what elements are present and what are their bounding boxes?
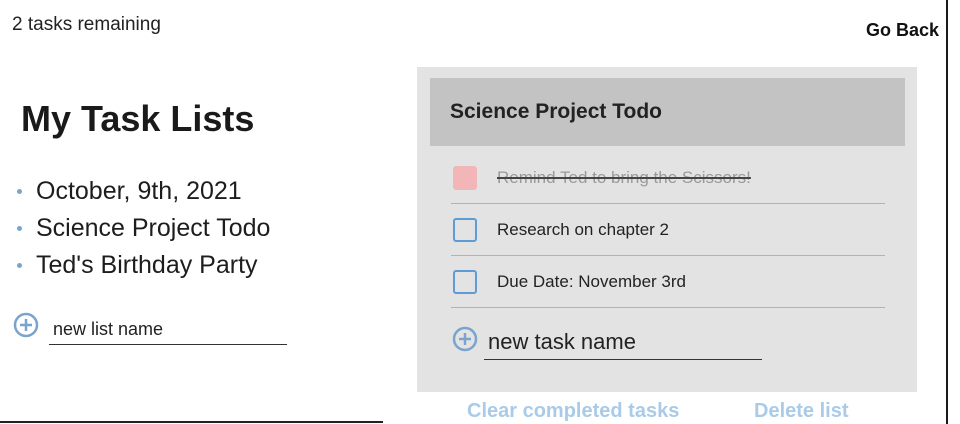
go-back-button[interactable]: Go Back: [866, 20, 939, 41]
new-task-name-input[interactable]: [484, 325, 762, 360]
task-checkbox[interactable]: [453, 269, 477, 294]
bullet-icon: [17, 189, 22, 194]
page-title: My Task Lists: [21, 98, 255, 139]
task-checkbox[interactable]: [453, 217, 477, 242]
list-item-teds-birthday[interactable]: Ted's Birthday Party: [14, 247, 270, 284]
task-panel: Science Project Todo Remind Ted to bring…: [417, 67, 917, 392]
task-row: Research on chapter 2: [451, 204, 885, 256]
task-label: Due Date: November 3rd: [497, 271, 686, 291]
list-item-label: October, 9th, 2021: [36, 177, 242, 205]
list-item-label: Ted's Birthday Party: [36, 251, 258, 279]
bullet-icon: [17, 226, 22, 231]
panel-title: Science Project Todo: [450, 100, 662, 123]
task-label: Research on chapter 2: [497, 219, 669, 239]
add-list-plus-icon[interactable]: [13, 312, 39, 338]
task-row: Remind Ted to bring the Scissors!: [451, 152, 885, 204]
delete-list-button[interactable]: Delete list: [754, 400, 848, 423]
task-label: Remind Ted to bring the Scissors!: [497, 167, 751, 187]
task-row: Due Date: November 3rd: [451, 256, 885, 308]
add-task-plus-icon[interactable]: [452, 326, 478, 352]
bottom-divider-left: [0, 421, 383, 423]
tasks-remaining-text: 2 tasks remaining: [12, 14, 161, 35]
panel-header: Science Project Todo: [430, 78, 905, 146]
clear-completed-button[interactable]: Clear completed tasks: [467, 400, 679, 423]
list-item-label: Science Project Todo: [36, 214, 271, 242]
task-checkbox[interactable]: [453, 165, 477, 190]
task-list-nav: October, 9th, 2021 Science Project Todo …: [14, 173, 270, 284]
bullet-icon: [17, 263, 22, 268]
window-edge: [946, 0, 948, 424]
list-item-science-project[interactable]: Science Project Todo: [14, 210, 270, 247]
list-item-october-9th[interactable]: October, 9th, 2021: [14, 173, 270, 210]
new-list-name-input[interactable]: [49, 314, 287, 345]
